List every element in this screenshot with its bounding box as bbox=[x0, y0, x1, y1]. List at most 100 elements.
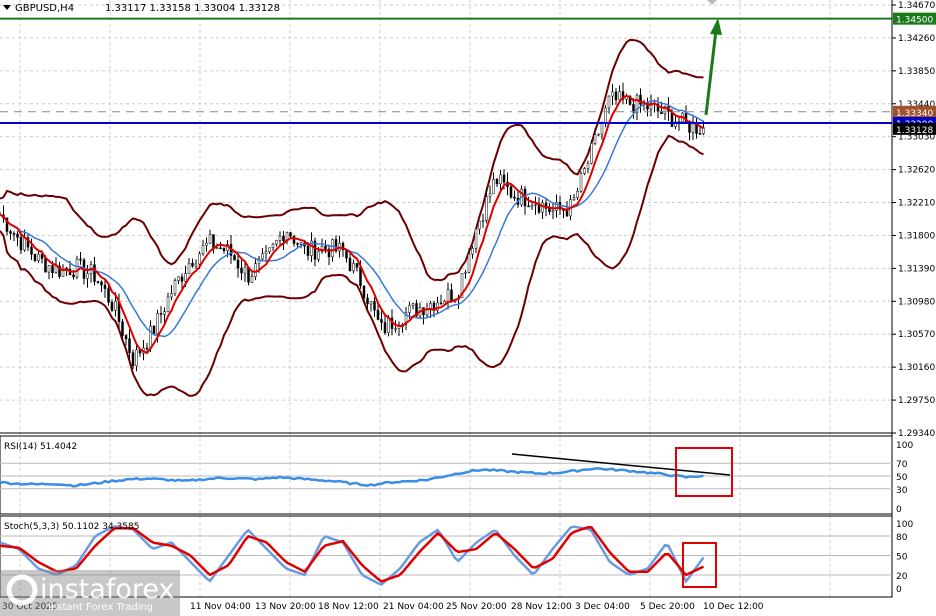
candle bbox=[166, 296, 170, 312]
rsi-trendline[interactable] bbox=[511, 453, 731, 476]
candle bbox=[149, 325, 152, 349]
time-tick: 13 Nov 20:00 bbox=[255, 602, 316, 612]
candle bbox=[548, 208, 551, 213]
stoch-level-label: 0 bbox=[896, 585, 902, 595]
candle bbox=[604, 107, 607, 123]
time-tick: 11 Nov 04:00 bbox=[190, 602, 251, 612]
rsi-level-label: 30 bbox=[896, 486, 908, 496]
candle bbox=[243, 267, 247, 274]
candle bbox=[163, 311, 166, 315]
candle bbox=[474, 228, 478, 249]
price-tick: 1.30160 bbox=[898, 363, 935, 373]
candle bbox=[590, 143, 593, 164]
candle bbox=[296, 243, 299, 245]
candle bbox=[198, 253, 201, 265]
candle bbox=[324, 245, 327, 250]
rsi-level-label: 70 bbox=[896, 460, 908, 470]
candle bbox=[156, 313, 159, 335]
candle bbox=[352, 263, 355, 272]
candle bbox=[152, 325, 156, 335]
candle bbox=[103, 284, 107, 289]
rsi-label: RSI(14) 51.4042 bbox=[4, 442, 77, 452]
ma-blue bbox=[0, 100, 704, 338]
price-tick: 1.30570 bbox=[898, 330, 935, 340]
candle bbox=[201, 245, 205, 255]
candle bbox=[271, 243, 275, 248]
candle bbox=[597, 133, 600, 136]
candle bbox=[128, 338, 131, 353]
watermark-tagline: Instant Forex Trading bbox=[48, 602, 153, 613]
candle bbox=[299, 242, 303, 245]
candle bbox=[471, 248, 474, 255]
candle bbox=[177, 276, 180, 281]
candle bbox=[565, 210, 569, 217]
candle bbox=[611, 91, 614, 97]
candle bbox=[219, 247, 222, 250]
candle bbox=[289, 232, 292, 237]
candle bbox=[450, 289, 453, 302]
candle bbox=[114, 300, 117, 311]
time-tick: 3 Dec 04:00 bbox=[575, 602, 630, 612]
candle bbox=[180, 276, 184, 282]
candle bbox=[278, 235, 282, 241]
candle bbox=[380, 319, 383, 323]
candle bbox=[240, 267, 243, 274]
candle bbox=[509, 186, 513, 198]
candle bbox=[607, 95, 611, 109]
price-tick: 1.29340 bbox=[898, 429, 935, 439]
candle bbox=[373, 301, 376, 311]
candle bbox=[282, 235, 285, 242]
candle bbox=[632, 104, 635, 113]
rsi-level-label: 0 bbox=[896, 505, 902, 515]
candle bbox=[233, 255, 236, 261]
stoch-label: Stoch(5,3,3) 50.1102 34.3585 bbox=[4, 522, 139, 532]
candle bbox=[110, 302, 114, 311]
candle bbox=[394, 328, 397, 330]
candle bbox=[583, 168, 586, 174]
stoch-level-label: 80 bbox=[896, 533, 908, 543]
candle bbox=[215, 247, 219, 250]
candle bbox=[16, 233, 19, 238]
candle bbox=[23, 237, 26, 251]
candle bbox=[37, 253, 40, 261]
price-tick: 1.31390 bbox=[898, 264, 935, 274]
candle bbox=[222, 247, 226, 252]
candle bbox=[72, 274, 75, 278]
current-price-label: 1.33128 bbox=[896, 126, 933, 136]
chart-canvas[interactable]: 100 70 50 30 0 100 80 50 20 0 1.34670 1.34260 1.33… bbox=[0, 0, 936, 616]
rsi-line bbox=[0, 467, 704, 488]
green-arrow-head-icon bbox=[710, 18, 722, 35]
candle bbox=[492, 179, 495, 195]
candle bbox=[576, 191, 579, 198]
candle bbox=[446, 289, 450, 302]
candle bbox=[75, 258, 79, 278]
price-tick: 1.34670 bbox=[898, 1, 935, 11]
bollinger-bands bbox=[0, 38, 704, 397]
collapse-triangle-icon[interactable] bbox=[3, 5, 11, 10]
candle bbox=[268, 247, 271, 252]
candle bbox=[355, 263, 359, 268]
candle bbox=[96, 281, 100, 283]
time-tick: 21 Nov 04:00 bbox=[383, 602, 444, 612]
candle bbox=[124, 335, 128, 340]
watermark-brand: instaforex bbox=[40, 574, 174, 605]
candle bbox=[236, 259, 240, 269]
candle bbox=[194, 263, 198, 267]
candle bbox=[502, 174, 506, 183]
candle bbox=[541, 202, 544, 213]
candle bbox=[408, 304, 411, 313]
candle bbox=[551, 210, 555, 213]
price-tick: 1.30980 bbox=[898, 297, 935, 307]
candle bbox=[593, 134, 597, 144]
candle bbox=[478, 220, 481, 230]
price-tick: 1.33850 bbox=[898, 67, 935, 77]
candle bbox=[600, 122, 604, 135]
shift-marker-icon[interactable] bbox=[707, 0, 717, 5]
price-axis: 1.346701.342601.338501.334401.330301.326… bbox=[892, 1, 936, 439]
price-tick: 1.32210 bbox=[898, 199, 935, 209]
candle bbox=[51, 265, 54, 274]
candle bbox=[488, 193, 492, 197]
candle bbox=[12, 233, 16, 235]
candle bbox=[19, 237, 23, 251]
candle bbox=[527, 205, 530, 208]
